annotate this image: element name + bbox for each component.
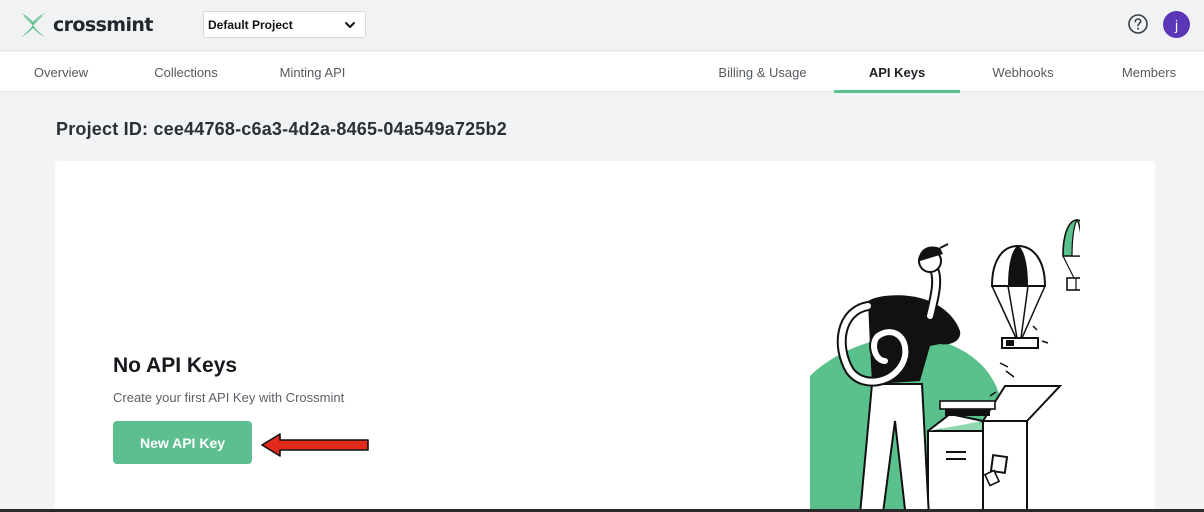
tab-collections[interactable]: Collections <box>141 52 231 92</box>
tab-webhooks[interactable]: Webhooks <box>976 52 1070 92</box>
user-avatar[interactable]: j <box>1163 11 1190 38</box>
top-bar: crossmint Default Project j <box>0 0 1204 51</box>
empty-state-subtitle: Create your first API Key with Crossmint <box>113 390 345 405</box>
red-arrow-icon <box>261 433 369 457</box>
api-keys-empty-card: No API Keys Create your first API Key wi… <box>55 161 1155 512</box>
project-id: Project ID: cee44768-c6a3-4d2a-8465-04a5… <box>56 119 507 139</box>
tab-bar: Overview Collections Minting API Billing… <box>0 52 1204 93</box>
project-selector-value: Default Project <box>208 17 293 32</box>
project-selector[interactable]: Default Project <box>203 11 366 38</box>
tab-overview[interactable]: Overview <box>16 52 106 92</box>
brand-name: crossmint <box>53 14 153 36</box>
crossmint-x-logo-icon <box>21 13 45 37</box>
tab-minting-api[interactable]: Minting API <box>266 52 359 92</box>
crossmint-logo[interactable]: crossmint <box>18 10 153 40</box>
tab-api-keys[interactable]: API Keys <box>834 52 960 93</box>
new-api-key-button[interactable]: New API Key <box>113 421 252 464</box>
empty-state-title: No API Keys <box>113 354 238 377</box>
question-circle-icon[interactable] <box>1127 13 1149 35</box>
tab-members[interactable]: Members <box>1107 52 1191 92</box>
chevron-down-icon <box>345 21 355 28</box>
tab-billing-usage[interactable]: Billing & Usage <box>706 52 819 92</box>
person-with-parachute-box-illustration <box>810 218 1080 512</box>
